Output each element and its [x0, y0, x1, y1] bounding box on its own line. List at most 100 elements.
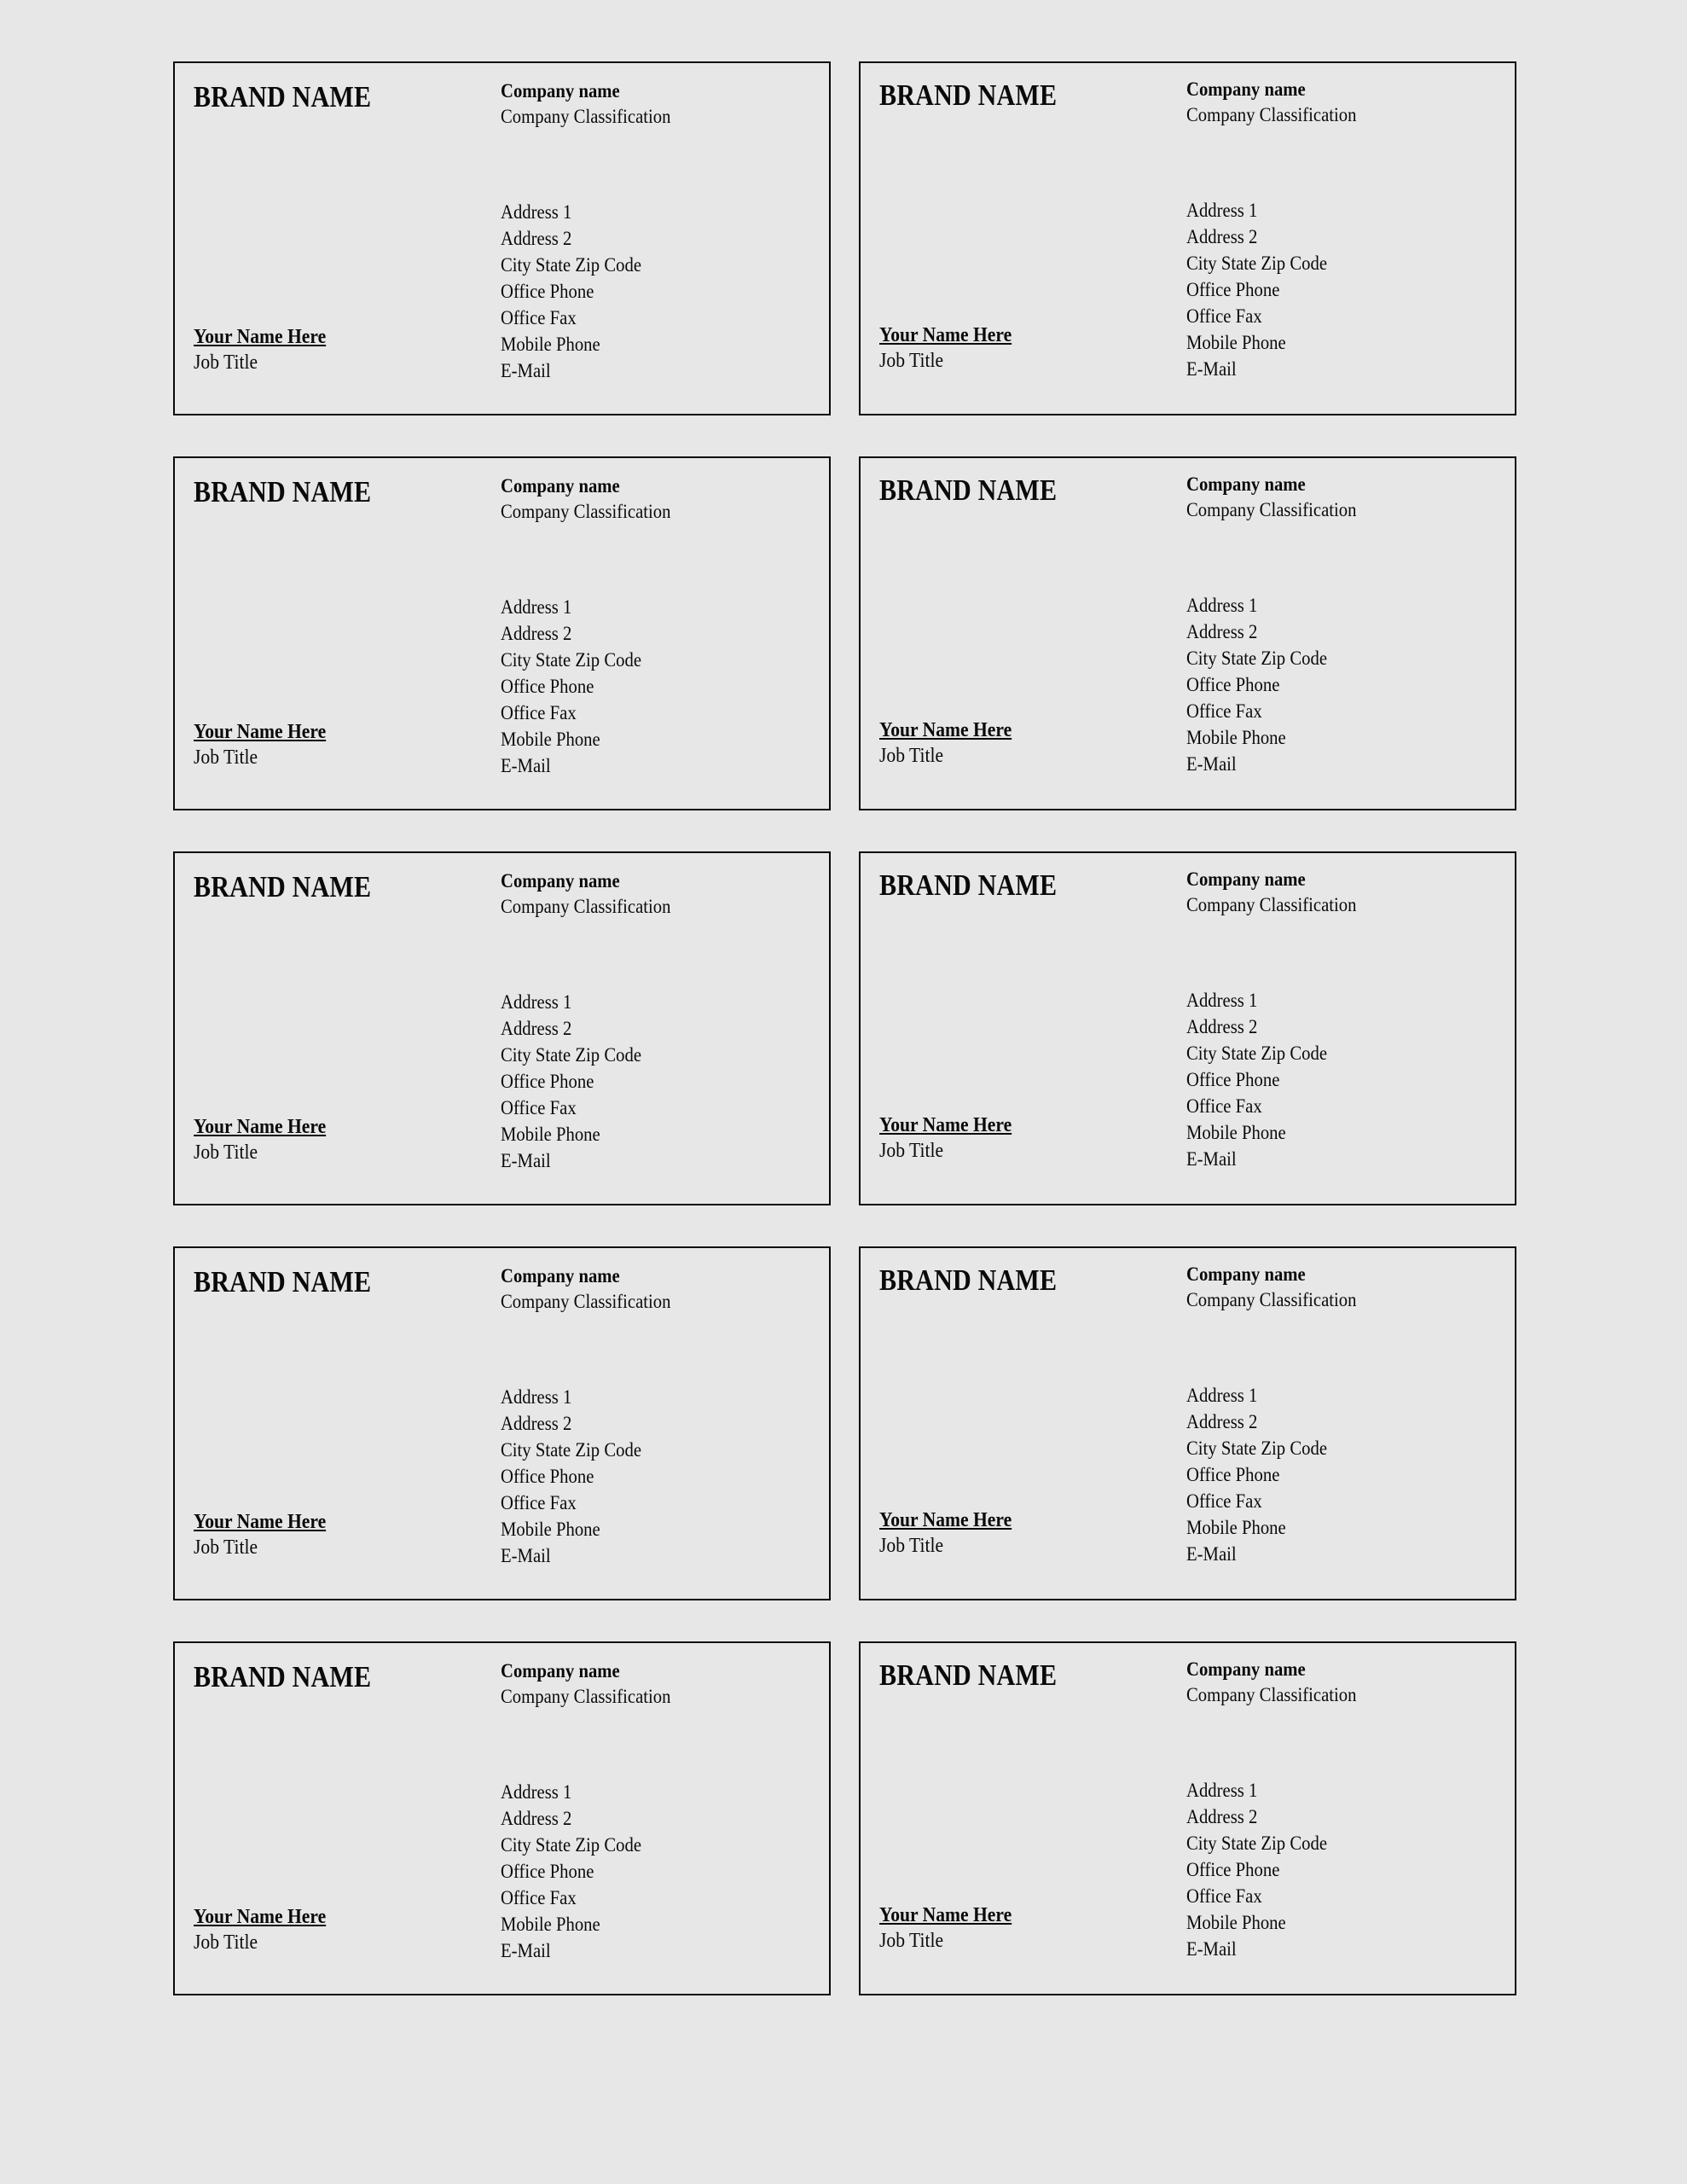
contact-detail-line[interactable]: Office Fax [501, 305, 777, 331]
contact-detail-line[interactable]: City State Zip Code [501, 647, 777, 673]
contact-detail-line[interactable]: Office Phone [1186, 1856, 1463, 1883]
contact-detail-line[interactable]: Mobile Phone [501, 1121, 777, 1147]
business-card[interactable]: BRAND NAME Your Name Here Job Title Comp… [173, 1246, 831, 1600]
brand-name[interactable]: BRAND NAME [194, 1661, 436, 1693]
contact-detail-line[interactable]: City State Zip Code [1186, 250, 1463, 276]
contact-detail-line[interactable]: Office Fax [501, 1490, 777, 1516]
contact-detail-line[interactable]: Address 1 [501, 199, 777, 225]
contact-detail-line[interactable]: City State Zip Code [501, 1042, 777, 1068]
brand-name[interactable]: BRAND NAME [879, 1659, 1122, 1692]
job-title-field[interactable]: Job Title [194, 1140, 470, 1166]
contact-detail-line[interactable]: City State Zip Code [1186, 1435, 1463, 1461]
company-classification-field[interactable]: Company Classification [1186, 1287, 1463, 1313]
your-name-field[interactable]: Your Name Here [879, 1507, 1156, 1534]
contact-detail-line[interactable]: Mobile Phone [1186, 724, 1463, 751]
your-name-field[interactable]: Your Name Here [879, 322, 1156, 349]
your-name-field[interactable]: Your Name Here [194, 1509, 470, 1536]
contact-detail-line[interactable]: Address 1 [501, 989, 777, 1015]
company-name-field[interactable]: Company name [1186, 1657, 1463, 1682]
contact-detail-line[interactable]: E-Mail [1186, 1936, 1463, 1962]
brand-name[interactable]: BRAND NAME [194, 81, 436, 113]
contact-detail-line[interactable]: Office Phone [501, 1463, 777, 1490]
company-classification-field[interactable]: Company Classification [501, 499, 777, 525]
job-title-field[interactable]: Job Title [879, 1533, 1156, 1560]
contact-detail-line[interactable]: Address 2 [501, 1015, 777, 1042]
contact-detail-line[interactable]: Office Fax [1186, 1093, 1463, 1119]
company-classification-field[interactable]: Company Classification [501, 894, 777, 920]
brand-name[interactable]: BRAND NAME [194, 871, 436, 903]
business-card[interactable]: BRAND NAME Your Name Here Job Title Comp… [173, 456, 831, 810]
company-name-field[interactable]: Company name [501, 473, 777, 499]
business-card[interactable]: BRAND NAME Your Name Here Job Title Comp… [173, 1641, 831, 1995]
contact-detail-line[interactable]: Address 2 [501, 1805, 777, 1832]
contact-detail-line[interactable]: Office Phone [1186, 276, 1463, 303]
contact-detail-line[interactable]: Office Fax [1186, 698, 1463, 724]
brand-name[interactable]: BRAND NAME [879, 79, 1122, 112]
contact-detail-line[interactable]: Address 1 [501, 1384, 777, 1410]
contact-detail-line[interactable]: Office Fax [1186, 1883, 1463, 1909]
business-card[interactable]: BRAND NAME Your Name Here Job Title Comp… [859, 61, 1516, 415]
contact-detail-line[interactable]: Office Fax [501, 1095, 777, 1121]
contact-detail-line[interactable]: City State Zip Code [501, 252, 777, 278]
contact-detail-line[interactable]: E-Mail [1186, 356, 1463, 382]
contact-detail-line[interactable]: Address 1 [1186, 592, 1463, 619]
business-card[interactable]: BRAND NAME Your Name Here Job Title Comp… [859, 456, 1516, 810]
your-name-field[interactable]: Your Name Here [879, 1902, 1156, 1929]
contact-detail-line[interactable]: Address 1 [501, 594, 777, 620]
contact-detail-line[interactable]: E-Mail [501, 752, 777, 779]
contact-detail-line[interactable]: E-Mail [501, 1147, 777, 1174]
contact-detail-line[interactable]: Mobile Phone [501, 1911, 777, 1937]
contact-detail-line[interactable]: Office Phone [501, 673, 777, 700]
contact-detail-line[interactable]: Address 2 [501, 620, 777, 647]
business-card[interactable]: BRAND NAME Your Name Here Job Title Comp… [859, 851, 1516, 1205]
job-title-field[interactable]: Job Title [194, 745, 470, 771]
job-title-field[interactable]: Job Title [194, 1535, 470, 1561]
contact-detail-line[interactable]: E-Mail [1186, 1146, 1463, 1172]
brand-name[interactable]: BRAND NAME [879, 474, 1122, 507]
contact-detail-line[interactable]: Address 1 [1186, 987, 1463, 1014]
job-title-field[interactable]: Job Title [194, 350, 470, 376]
brand-name[interactable]: BRAND NAME [879, 869, 1122, 902]
company-classification-field[interactable]: Company Classification [501, 104, 777, 130]
contact-detail-line[interactable]: E-Mail [1186, 751, 1463, 777]
contact-detail-line[interactable]: City State Zip Code [501, 1832, 777, 1858]
contact-detail-line[interactable]: Office Fax [1186, 1488, 1463, 1514]
contact-detail-line[interactable]: Office Phone [501, 1068, 777, 1095]
contact-detail-line[interactable]: Address 2 [1186, 619, 1463, 645]
contact-detail-line[interactable]: Address 1 [1186, 1382, 1463, 1409]
contact-detail-line[interactable]: City State Zip Code [1186, 645, 1463, 671]
business-card[interactable]: BRAND NAME Your Name Here Job Title Comp… [173, 61, 831, 415]
contact-detail-line[interactable]: City State Zip Code [501, 1437, 777, 1463]
company-classification-field[interactable]: Company Classification [1186, 892, 1463, 918]
contact-detail-line[interactable]: Address 2 [501, 1410, 777, 1437]
your-name-field[interactable]: Your Name Here [194, 1904, 470, 1931]
company-classification-field[interactable]: Company Classification [501, 1289, 777, 1315]
contact-detail-line[interactable]: Mobile Phone [501, 331, 777, 357]
contact-detail-line[interactable]: Mobile Phone [501, 726, 777, 752]
job-title-field[interactable]: Job Title [879, 1928, 1156, 1955]
job-title-field[interactable]: Job Title [194, 1930, 470, 1956]
contact-detail-line[interactable]: E-Mail [1186, 1541, 1463, 1567]
company-name-field[interactable]: Company name [1186, 472, 1463, 497]
contact-detail-line[interactable]: Address 2 [1186, 1804, 1463, 1830]
company-classification-field[interactable]: Company Classification [1186, 497, 1463, 523]
your-name-field[interactable]: Your Name Here [194, 324, 470, 351]
contact-detail-line[interactable]: E-Mail [501, 357, 777, 384]
contact-detail-line[interactable]: Office Fax [501, 700, 777, 726]
contact-detail-line[interactable]: Address 2 [1186, 1014, 1463, 1040]
business-card[interactable]: BRAND NAME Your Name Here Job Title Comp… [173, 851, 831, 1205]
contact-detail-line[interactable]: Office Phone [1186, 671, 1463, 698]
contact-detail-line[interactable]: E-Mail [501, 1937, 777, 1964]
your-name-field[interactable]: Your Name Here [879, 1112, 1156, 1139]
company-name-field[interactable]: Company name [501, 78, 777, 104]
contact-detail-line[interactable]: Mobile Phone [501, 1516, 777, 1542]
contact-detail-line[interactable]: Office Fax [1186, 303, 1463, 329]
contact-detail-line[interactable]: E-Mail [501, 1542, 777, 1569]
brand-name[interactable]: BRAND NAME [194, 1266, 436, 1298]
your-name-field[interactable]: Your Name Here [194, 1114, 470, 1141]
contact-detail-line[interactable]: Mobile Phone [1186, 1909, 1463, 1936]
company-classification-field[interactable]: Company Classification [1186, 102, 1463, 128]
company-name-field[interactable]: Company name [501, 868, 777, 894]
contact-detail-line[interactable]: Address 1 [501, 1779, 777, 1805]
contact-detail-line[interactable]: Office Phone [501, 1858, 777, 1885]
